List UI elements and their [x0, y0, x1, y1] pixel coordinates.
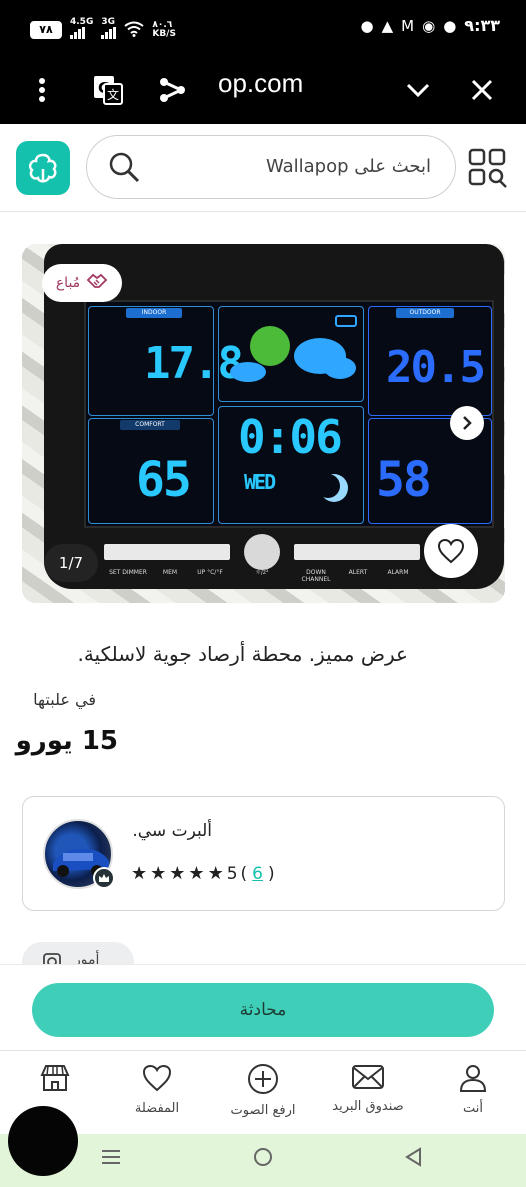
- search-icon: [107, 150, 141, 188]
- comfort-tag: COMFORT: [120, 420, 180, 430]
- weather-forecast-icon: [230, 315, 357, 382]
- home-icon[interactable]: [252, 1146, 274, 1172]
- device-button-label: MEM: [162, 569, 178, 576]
- next-photo-button[interactable]: [450, 406, 484, 440]
- mail-icon: [352, 1065, 384, 1089]
- star-icon: ★: [188, 863, 205, 884]
- status-bar: ٧٨ 4.5G 3G ٨٠.٦ KB/S ● ▲ M ◉ ● ٩:٣٣: [0, 0, 526, 56]
- moon-phase-icon: [316, 474, 348, 502]
- outdoor-humidity: 58: [376, 452, 432, 508]
- device-center-button: [244, 534, 280, 570]
- tab-favorites[interactable]: المفضلة: [102, 1063, 212, 1116]
- chat-button[interactable]: محادثة: [32, 983, 494, 1037]
- device-buttons-right: [294, 544, 420, 560]
- browser-toolbar: G文 op.com: [0, 56, 526, 124]
- more-options-icon[interactable]: [22, 70, 62, 110]
- listing-condition: في علبتها: [33, 690, 96, 709]
- device-button-label: ☼/z²: [255, 569, 269, 576]
- categories-grid-icon[interactable]: [468, 148, 508, 192]
- seller-name[interactable]: ألبرت سي.: [132, 821, 212, 841]
- clock: ٩:٣٣: [464, 16, 500, 35]
- crown-icon: [93, 867, 115, 889]
- device-button-label: ALERT: [348, 569, 368, 576]
- data-speed: ٨٠.٦ KB/S: [152, 20, 176, 39]
- system-nav-bar: [0, 1134, 526, 1187]
- rating-value: 5: [226, 863, 238, 884]
- bottom-tab-bar: المفضلة ارفع الصوت صندوق البريد أنت: [0, 1050, 526, 1134]
- tab-home[interactable]: [0, 1063, 110, 1101]
- gmail-icon: M: [401, 16, 415, 35]
- user-icon: [459, 1065, 487, 1092]
- tab-you-label: أنت: [463, 1101, 483, 1116]
- listing-title: عرض مميز. محطة أرصاد جوية لاسلكية.: [77, 642, 408, 666]
- tab-inbox[interactable]: صندوق البريد: [313, 1063, 423, 1114]
- search-input[interactable]: ابحث على Wallapop: [86, 135, 456, 199]
- recents-icon[interactable]: [100, 1146, 122, 1172]
- photo-counter: 1/7: [44, 544, 98, 582]
- messenger-icon: ◉: [422, 16, 436, 35]
- dot-icon: ●: [360, 16, 374, 35]
- favorite-button[interactable]: [424, 524, 478, 578]
- star-icon: ★: [131, 863, 148, 884]
- tab-upload[interactable]: ارفع الصوت: [208, 1063, 318, 1118]
- device-button-label: UP °C/°F: [197, 569, 223, 576]
- tab-favorites-label: المفضلة: [134, 1101, 180, 1116]
- chevron-right-icon: [463, 416, 472, 430]
- indoor-tag: INDOOR: [126, 308, 182, 318]
- clock-display: 0:06: [238, 410, 343, 464]
- device-button-label: SET DIMMER: [109, 569, 147, 576]
- translate-icon[interactable]: G文: [88, 70, 128, 110]
- device-buttons-left: [104, 544, 230, 560]
- close-icon[interactable]: [462, 70, 502, 110]
- wallapop-logo[interactable]: [16, 141, 70, 195]
- wifi-icon: [124, 21, 144, 40]
- battery-indicator: ٧٨: [30, 21, 62, 39]
- star-icon: ★: [207, 863, 224, 884]
- svg-text:文: 文: [107, 87, 119, 102]
- indoor-humidity: 65: [136, 452, 192, 508]
- share-icon[interactable]: [152, 70, 192, 110]
- app-header: ابحث على Wallapop: [0, 124, 526, 212]
- flask-icon: ▲: [381, 16, 394, 35]
- sold-badge: مُباع: [42, 264, 122, 302]
- chat-bubble-icon: ●: [443, 16, 457, 35]
- seller-card[interactable]: ألبرت سي. ★ ★ ★ ★ ★ 5 ( 6 ): [22, 796, 505, 911]
- star-icon: ★: [150, 863, 167, 884]
- tab-inbox-label: صندوق البريد: [332, 1099, 404, 1114]
- seller-rating: ★ ★ ★ ★ ★ 5 ( 6 ): [131, 863, 275, 884]
- url-text[interactable]: op.com: [218, 68, 303, 99]
- outdoor-temperature: 20.5: [386, 342, 486, 393]
- reviews-close-paren: ): [268, 863, 275, 884]
- star-icon: ★: [169, 863, 186, 884]
- heart-icon: [142, 1064, 172, 1092]
- listing-price: 15 يورو: [15, 726, 118, 756]
- weather-station-screen: INDOOR 17.8 COMFORT 65 0:06 WED OUTDOOR …: [84, 300, 494, 528]
- search-placeholder: ابحث على Wallapop: [265, 156, 431, 177]
- outdoor-tag: OUTDOOR: [396, 308, 454, 318]
- device-button-label: DOWN CHANNEL: [301, 569, 331, 583]
- floating-overlay-bubble[interactable]: [8, 1106, 78, 1176]
- back-icon[interactable]: [402, 1146, 424, 1172]
- network-indicator-1: 4.5G: [70, 18, 93, 42]
- action-sheet: محادثة: [0, 964, 526, 1050]
- day-display: WED: [244, 470, 276, 494]
- chevron-down-icon[interactable]: [398, 70, 438, 110]
- heart-icon: [437, 538, 465, 564]
- tab-you[interactable]: أنت: [418, 1063, 526, 1116]
- device-button-label: ALARM: [387, 569, 409, 576]
- reviews-count-link[interactable]: 6: [252, 864, 263, 884]
- sold-label: مُباع: [55, 275, 81, 291]
- network-indicator-2: 3G: [101, 18, 117, 42]
- tab-upload-label: ارفع الصوت: [230, 1103, 296, 1118]
- plus-circle-icon: [248, 1064, 278, 1094]
- handshake-icon: [86, 272, 108, 294]
- product-photo-carousel[interactable]: INDOOR 17.8 COMFORT 65 0:06 WED OUTDOOR …: [22, 244, 505, 603]
- store-icon: [40, 1065, 70, 1091]
- reviews-open-paren: (: [240, 863, 248, 884]
